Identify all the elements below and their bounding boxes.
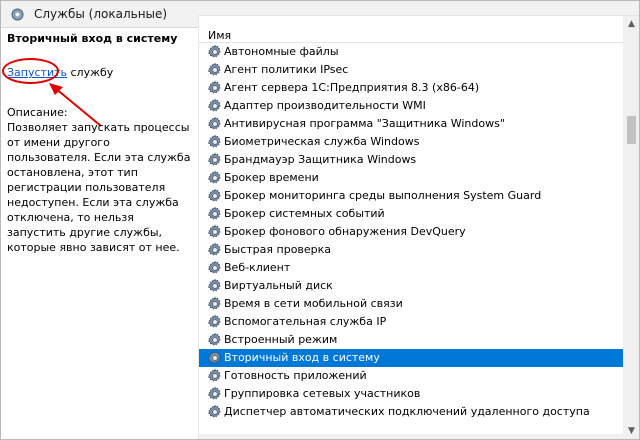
service-row[interactable]: Готовность приложений bbox=[199, 367, 623, 385]
service-name: Быстрая проверка bbox=[224, 243, 332, 256]
service-name: Готовность приложений bbox=[224, 369, 367, 382]
gear-icon bbox=[207, 80, 223, 96]
gear-icon bbox=[207, 296, 223, 312]
gear-icon bbox=[207, 98, 223, 114]
gear-icon bbox=[207, 116, 223, 132]
service-row[interactable]: Брандмауэр Защитника Windows bbox=[199, 151, 623, 169]
horizontal-scrollbar[interactable] bbox=[199, 434, 623, 439]
service-name: Брокер фонового обнаружения DevQuery bbox=[224, 225, 466, 238]
service-row[interactable]: Вторичный вход в систему bbox=[199, 349, 623, 367]
service-row[interactable]: Адаптер производительности WMI bbox=[199, 97, 623, 115]
service-name: Время в сети мобильной связи bbox=[224, 297, 403, 310]
service-row[interactable]: Брокер мониторинга среды выполнения Syst… bbox=[199, 187, 623, 205]
services-icon bbox=[10, 7, 25, 22]
service-name: Агент сервера 1С:Предприятия 8.3 (x86-64… bbox=[224, 81, 480, 94]
gear-icon bbox=[207, 152, 223, 168]
gear-icon bbox=[207, 404, 223, 420]
scroll-down-icon[interactable]: ▼ bbox=[623, 423, 639, 439]
gear-icon bbox=[207, 332, 223, 348]
service-row[interactable]: Быстрая проверка bbox=[199, 241, 623, 259]
service-name: Брокер мониторинга среды выполнения Syst… bbox=[224, 189, 542, 202]
service-name: Группировка сетевых участников bbox=[224, 387, 421, 400]
services-window: Службы (локальные) Вторичный вход в сист… bbox=[0, 0, 640, 440]
service-name: Вспомогательная служба IP bbox=[224, 315, 387, 328]
gear-icon bbox=[207, 224, 223, 240]
service-name: Вторичный вход в систему bbox=[224, 351, 380, 364]
gear-icon bbox=[207, 278, 223, 294]
column-header-label: Имя bbox=[208, 29, 232, 42]
service-name: Диспетчер автоматических подключений уда… bbox=[224, 405, 590, 418]
column-header-name[interactable]: Имя bbox=[199, 16, 623, 43]
gear-icon bbox=[207, 260, 223, 276]
service-row[interactable]: Вспомогательная служба IP bbox=[199, 313, 623, 331]
service-row[interactable]: Агент политики IPsec bbox=[199, 61, 623, 79]
description-text: Позволяет запускать процессы от имени др… bbox=[7, 121, 191, 254]
service-row[interactable]: Веб-клиент bbox=[199, 259, 623, 277]
service-name: Встроенный режим bbox=[224, 333, 338, 346]
start-service-suffix: службу bbox=[70, 66, 114, 79]
service-row[interactable]: Брокер системных событий bbox=[199, 205, 623, 223]
window-title: Службы (локальные) bbox=[34, 7, 168, 21]
services-list: Автономные файлы Агент политики IPsec Аген… bbox=[199, 43, 623, 421]
details-pane: Вторичный вход в систему Запустить служб… bbox=[1, 28, 197, 439]
start-service-link[interactable]: Запустить bbox=[7, 66, 67, 79]
scroll-thumb[interactable] bbox=[627, 116, 636, 144]
gear-icon bbox=[207, 206, 223, 222]
start-action: Запустить службу bbox=[7, 66, 113, 79]
service-name-heading: Вторичный вход в систему bbox=[7, 32, 178, 45]
service-row[interactable]: Группировка сетевых участников bbox=[199, 385, 623, 403]
service-name: Агент политики IPsec bbox=[224, 63, 349, 76]
vertical-scrollbar[interactable]: ▲ ▼ bbox=[623, 16, 639, 439]
gear-icon bbox=[207, 350, 223, 366]
gear-icon bbox=[207, 242, 223, 258]
service-name: Адаптер производительности WMI bbox=[224, 99, 426, 112]
service-row[interactable]: Время в сети мобильной связи bbox=[199, 295, 623, 313]
service-row[interactable]: Агент сервера 1С:Предприятия 8.3 (x86-64… bbox=[199, 79, 623, 97]
gear-icon bbox=[207, 314, 223, 330]
service-row[interactable]: Диспетчер автоматических подключений уда… bbox=[199, 403, 623, 421]
service-name: Брандмауэр Защитника Windows bbox=[224, 153, 417, 166]
gear-icon bbox=[207, 62, 223, 78]
service-name: Автономные файлы bbox=[224, 45, 339, 58]
service-name: Брокер времени bbox=[224, 171, 319, 184]
gear-icon bbox=[207, 170, 223, 186]
service-row[interactable]: Брокер времени bbox=[199, 169, 623, 187]
scroll-up-icon[interactable]: ▲ bbox=[623, 16, 639, 33]
gear-icon bbox=[207, 44, 223, 60]
service-row[interactable]: Виртуальный диск bbox=[199, 277, 623, 295]
gear-icon bbox=[207, 368, 223, 384]
service-name: Антивирусная программа "Защитника Window… bbox=[224, 117, 505, 130]
service-name: Виртуальный диск bbox=[224, 279, 333, 292]
service-name: Веб-клиент bbox=[224, 261, 291, 274]
service-row[interactable]: Автономные файлы bbox=[199, 43, 623, 61]
services-list-pane: Имя Автономные файлы Агент политики IPsec… bbox=[198, 15, 639, 439]
service-row[interactable]: Брокер фонового обнаружения DevQuery bbox=[199, 223, 623, 241]
gear-icon bbox=[207, 134, 223, 150]
gear-icon bbox=[207, 386, 223, 402]
gear-icon bbox=[207, 188, 223, 204]
service-row[interactable]: Биометрическая служба Windows bbox=[199, 133, 623, 151]
service-name: Биометрическая служба Windows bbox=[224, 135, 420, 148]
description-label: Описание: bbox=[7, 106, 68, 119]
service-name: Брокер системных событий bbox=[224, 207, 385, 220]
service-row[interactable]: Антивирусная программа "Защитника Window… bbox=[199, 115, 623, 133]
service-row[interactable]: Встроенный режим bbox=[199, 331, 623, 349]
